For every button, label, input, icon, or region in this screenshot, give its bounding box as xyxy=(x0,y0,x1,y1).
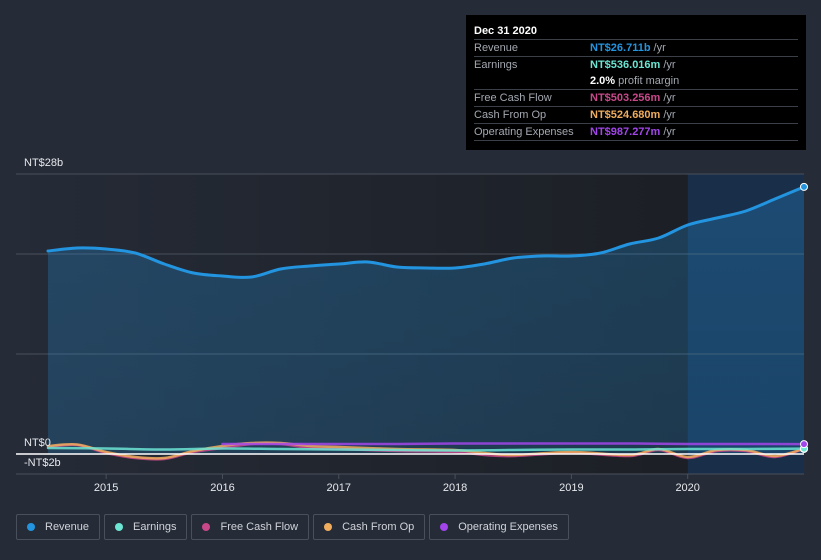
legend-dot-icon xyxy=(440,523,449,531)
tooltip-row: Free Cash Flow NT$503.256m/yr xyxy=(474,90,798,107)
x-tick-label: 2019 xyxy=(559,482,583,494)
revenue-endpoint xyxy=(800,182,808,191)
chart-legend: Revenue Earnings Free Cash Flow Cash From O… xyxy=(16,514,569,540)
x-tick-label: 2016 xyxy=(210,482,234,494)
tooltip-label: Earnings xyxy=(474,59,518,71)
tooltip-label xyxy=(474,73,590,89)
tooltip-unit: /yr xyxy=(663,109,676,121)
tooltip-label: Operating Expenses xyxy=(474,126,574,138)
legend-item-operating-expenses[interactable]: Operating Expenses xyxy=(429,514,569,540)
legend-item-revenue[interactable]: Revenue xyxy=(16,514,101,540)
tooltip-value: 2.0% xyxy=(590,75,616,87)
legend-dot-icon xyxy=(27,523,35,531)
x-tick-label: 2017 xyxy=(327,482,351,494)
legend-label: Earnings xyxy=(133,521,177,533)
x-tick-label: 2018 xyxy=(443,482,467,494)
data-tooltip: Dec 31 2020 Revenue NT$26.711b/yr Earnings… xyxy=(466,15,806,150)
tooltip-value: NT$26.711b xyxy=(590,42,651,54)
legend-label: Cash From Op xyxy=(342,521,415,533)
tooltip-label: Cash From Op xyxy=(474,109,547,121)
tooltip-row: Operating Expenses NT$987.277m/yr xyxy=(474,124,798,141)
legend-label: Revenue xyxy=(45,521,90,533)
tooltip-row: Earnings NT$536.016m/yr xyxy=(474,57,798,73)
tooltip-value: NT$987.277m xyxy=(590,126,661,138)
legend-dot-icon xyxy=(324,523,333,531)
legend-item-earnings[interactable]: Earnings xyxy=(104,514,188,540)
y-tick-label: -NT$2b xyxy=(24,457,61,469)
tooltip-value: NT$503.256m xyxy=(590,92,661,104)
tooltip-row: Cash From Op NT$524.680m/yr xyxy=(474,107,798,124)
tooltip-label: Revenue xyxy=(474,42,519,54)
tooltip-label: Free Cash Flow xyxy=(474,92,552,104)
x-tick-label: 2015 xyxy=(94,482,118,494)
tooltip-row: Revenue NT$26.711b/yr xyxy=(474,40,798,57)
tooltip-unit: /yr xyxy=(653,42,666,54)
tooltip-unit: /yr xyxy=(663,126,676,138)
y-tick-label: NT$0 xyxy=(24,437,51,449)
legend-dot-icon xyxy=(115,523,124,531)
legend-dot-icon xyxy=(202,523,211,531)
legend-label: Operating Expenses xyxy=(458,521,558,533)
legend-label: Free Cash Flow xyxy=(220,521,299,533)
operating-expenses-line xyxy=(221,442,806,446)
tooltip-unit: profit margin xyxy=(618,75,680,87)
tooltip-unit: /yr xyxy=(663,92,676,104)
tooltip-value: NT$536.016m xyxy=(590,59,661,71)
tooltip-unit: /yr xyxy=(663,59,676,71)
y-tick-label: NT$28b xyxy=(24,157,63,169)
legend-item-free-cash-flow[interactable]: Free Cash Flow xyxy=(191,514,310,540)
x-tick-label: 2020 xyxy=(675,482,699,494)
operating-expenses-endpoint xyxy=(800,440,808,449)
legend-item-cash-from-op[interactable]: Cash From Op xyxy=(313,514,426,540)
tooltip-row: 2.0% profit margin xyxy=(474,73,798,90)
tooltip-date: Dec 31 2020 xyxy=(474,23,798,40)
tooltip-value: NT$524.680m xyxy=(590,109,661,121)
